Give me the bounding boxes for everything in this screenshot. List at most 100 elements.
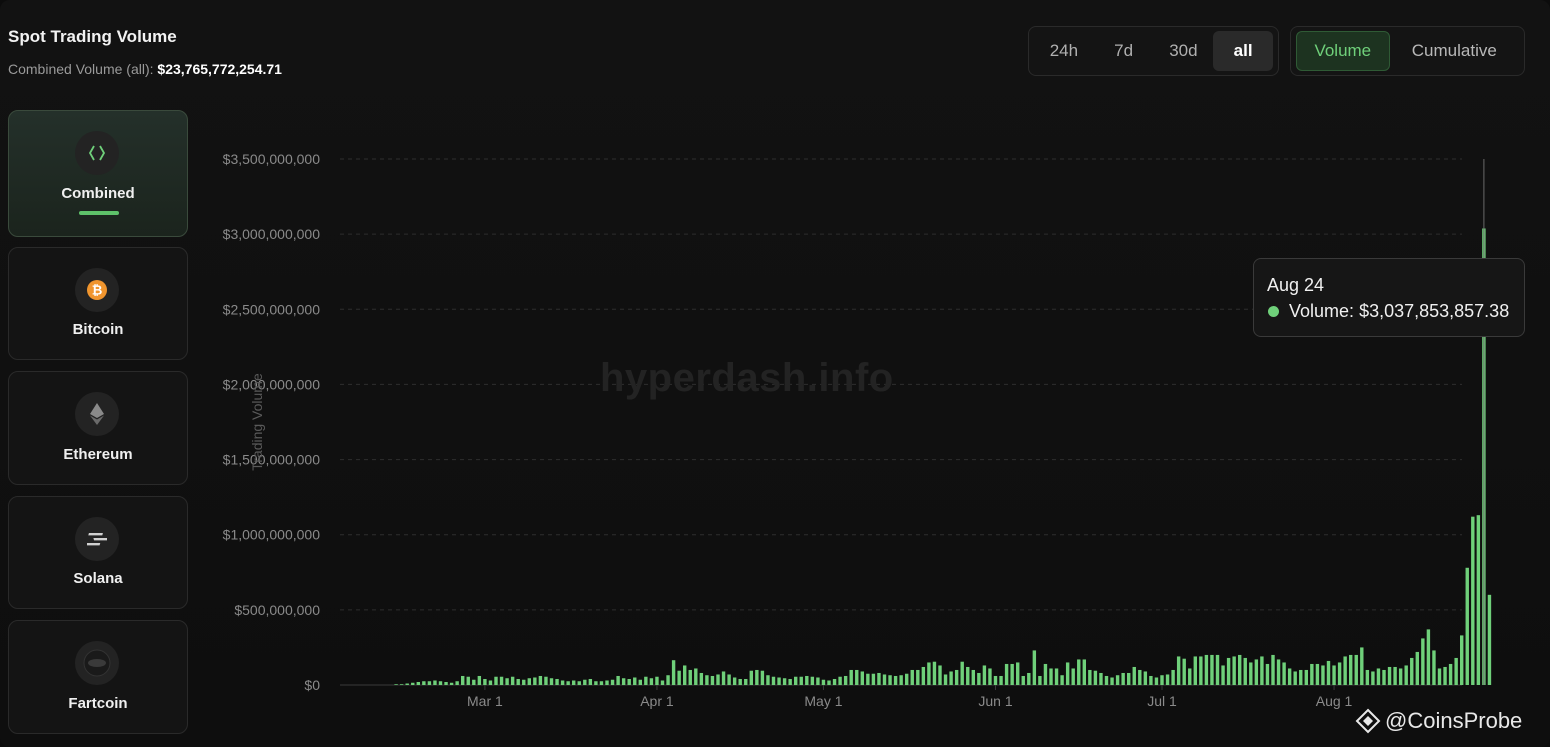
- volume-bar: [727, 674, 731, 685]
- volume-bar: [694, 668, 698, 685]
- volume-bar: [1127, 672, 1131, 685]
- volume-bar: [466, 676, 470, 685]
- volume-bar: [949, 671, 953, 685]
- volume-bar: [821, 679, 826, 685]
- volume-bar: [782, 678, 787, 685]
- volume-bar: [1404, 665, 1408, 685]
- volume-bar: [544, 676, 548, 685]
- volume-bar: [1315, 663, 1320, 685]
- x-tick-label: Mar 1: [467, 693, 503, 709]
- volume-bar: [1032, 650, 1037, 685]
- volume-bar: [882, 674, 887, 685]
- volume-bar: [1160, 675, 1164, 685]
- volume-bar: [1165, 674, 1170, 685]
- volume-bar: [1171, 669, 1175, 685]
- volume-bar: [1010, 663, 1014, 685]
- volume-bar: [1276, 659, 1281, 685]
- volume-bar: [1265, 663, 1270, 685]
- volume-bar: [749, 670, 753, 685]
- volume-bar: [444, 681, 448, 685]
- volume-bar: [627, 678, 631, 685]
- volume-bar: [910, 669, 914, 685]
- volume-bar: [1354, 654, 1358, 685]
- volume-bar: [943, 674, 948, 685]
- volume-bar: [1376, 668, 1381, 685]
- volume-bar: [921, 666, 926, 685]
- volume-bar: [1415, 651, 1419, 685]
- volume-bar: [533, 677, 537, 685]
- volume-bar: [1060, 675, 1064, 685]
- y-tick-label: $3,500,000,000: [223, 151, 321, 167]
- brand-name: CoinsProbe: [1407, 708, 1523, 733]
- x-tick-label: Jul 1: [1147, 693, 1177, 709]
- volume-bar: [1143, 671, 1148, 685]
- volume-bar: [1204, 654, 1209, 685]
- volume-bar: [938, 665, 942, 685]
- volume-bar: [1199, 656, 1203, 685]
- x-tick-label: Apr 1: [640, 693, 674, 709]
- x-tick-label: Jun 1: [978, 693, 1012, 709]
- volume-bar: [1243, 657, 1247, 685]
- volume-bar: [555, 678, 559, 685]
- volume-bar: [683, 665, 687, 685]
- tooltip-label: Volume:: [1289, 301, 1355, 321]
- tooltip-value-row: Volume: $3,037,853,857.38: [1289, 301, 1509, 322]
- volume-bar: [1215, 654, 1220, 685]
- volume-bar: [1021, 675, 1025, 685]
- volume-bar: [760, 670, 765, 685]
- volume-bar: [1393, 666, 1397, 685]
- volume-bar: [1115, 675, 1120, 685]
- volume-bar: [1476, 515, 1481, 685]
- volume-bar: [472, 679, 476, 685]
- volume-bar: [960, 661, 964, 685]
- volume-bar: [633, 677, 637, 685]
- volume-bar: [461, 675, 465, 685]
- volume-bar: [1054, 668, 1059, 685]
- volume-bar: [1082, 659, 1086, 685]
- volume-bar: [794, 676, 798, 685]
- volume-bar: [527, 678, 531, 685]
- volume-bar: [1238, 654, 1242, 685]
- volume-bar: [838, 676, 842, 685]
- volume-bar: [505, 678, 509, 685]
- volume-bar: [1104, 675, 1109, 685]
- volume-bar: [1004, 663, 1009, 685]
- volume-bar: [610, 679, 615, 685]
- volume-bar: [605, 680, 609, 685]
- volume-bar: [1110, 677, 1114, 685]
- volume-bar: [1065, 662, 1070, 685]
- volume-bar: [422, 681, 426, 685]
- volume-bar: [1093, 670, 1098, 685]
- volume-bar: [1487, 594, 1492, 685]
- volume-bar: [433, 680, 437, 685]
- volume-bar: [705, 675, 709, 685]
- volume-bar: [483, 678, 487, 685]
- volume-bar: [1432, 650, 1436, 685]
- volume-bar: [671, 660, 676, 685]
- volume-bar: [1421, 638, 1425, 685]
- volume-bar: [1077, 659, 1081, 685]
- volume-bar: [588, 678, 593, 685]
- volume-bar: [699, 672, 704, 685]
- volume-bar: [1382, 669, 1386, 685]
- volume-bar: [1132, 666, 1136, 685]
- volume-bar: [638, 679, 642, 685]
- volume-bar: [710, 675, 715, 685]
- y-tick-label: $1,500,000,000: [223, 452, 321, 468]
- volume-bar: [810, 676, 815, 685]
- volume-bar: [660, 680, 665, 685]
- volume-bar: [577, 681, 581, 685]
- volume-bar: [1410, 657, 1414, 685]
- volume-bar: [988, 668, 992, 685]
- volume-bar: [688, 669, 692, 685]
- volume-bar: [455, 681, 459, 685]
- volume-bar: [777, 677, 781, 685]
- volume-bar: [1027, 672, 1031, 685]
- at-sign: @: [1385, 708, 1408, 733]
- volume-bar: [1443, 666, 1447, 685]
- volume-bar: [1437, 668, 1442, 685]
- volume-bar: [849, 669, 853, 685]
- volume-bar: [1071, 668, 1075, 685]
- volume-bar: [927, 662, 931, 685]
- volume-bar: [1360, 647, 1364, 685]
